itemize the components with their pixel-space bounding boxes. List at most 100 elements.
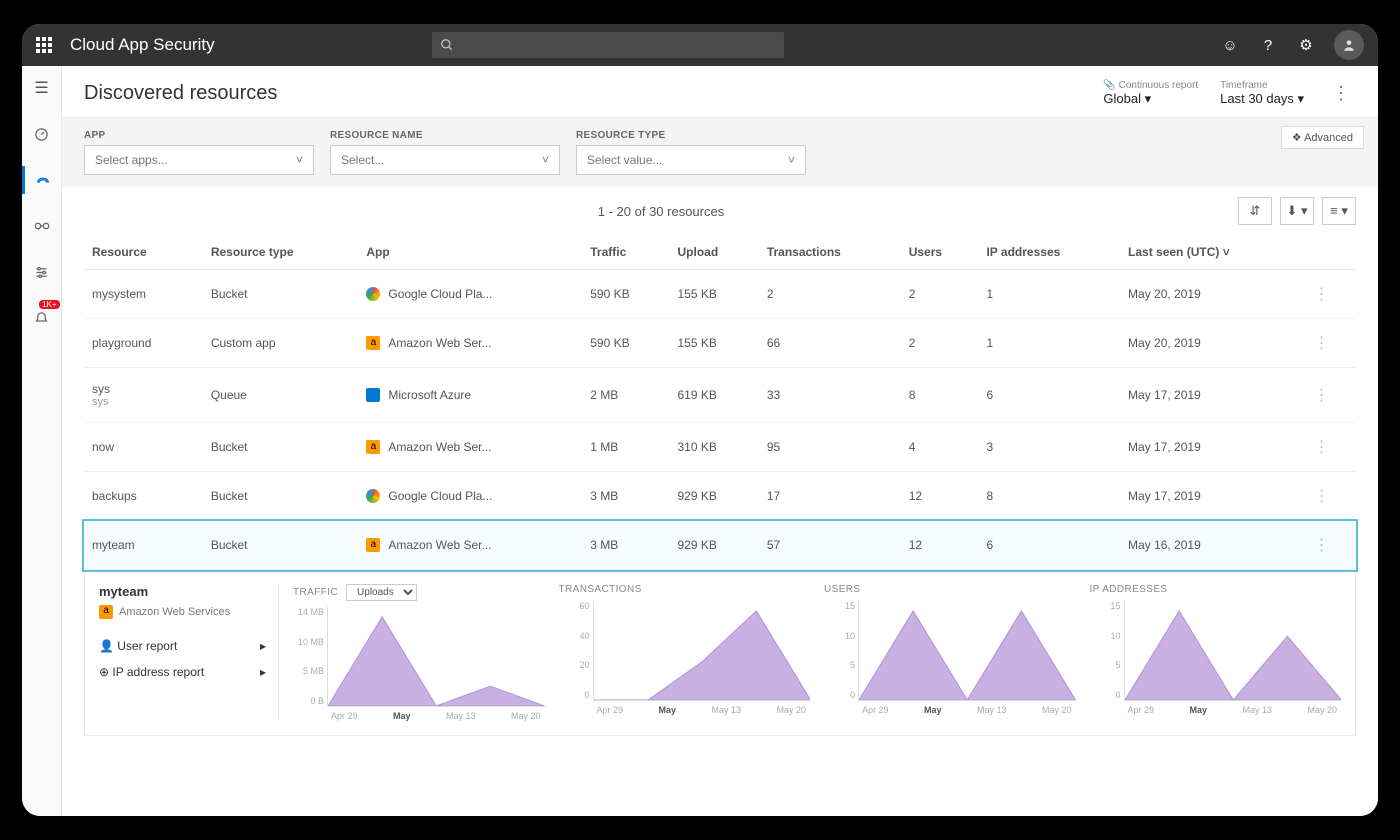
page-menu-icon[interactable]: ⋮ xyxy=(1326,83,1356,104)
cell-transactions: 2 xyxy=(759,270,901,319)
col-transactions[interactable]: Transactions xyxy=(759,235,901,270)
cell-traffic: 2 MB xyxy=(582,368,669,423)
cell-last-seen: May 16, 2019 xyxy=(1120,521,1305,570)
chart-area: 151050 xyxy=(1124,601,1342,701)
user-report-link[interactable]: 👤 User report▸ xyxy=(99,633,266,659)
settings-icon[interactable]: ⚙ xyxy=(1296,35,1316,55)
sidebar-hamburger[interactable]: ☰ xyxy=(22,74,62,102)
pager-text: 1 - 20 of 30 resources xyxy=(84,204,1238,219)
filter-bar: APP Select apps...˅ RESOURCE NAME Select… xyxy=(62,118,1378,187)
app-icon xyxy=(366,388,380,402)
filter-app-label: APP xyxy=(84,130,314,141)
chart-title: USERS xyxy=(824,584,1076,595)
cell-app: Google Cloud Pla... xyxy=(358,472,582,521)
waffle-icon[interactable] xyxy=(36,37,52,53)
cell-resource: now xyxy=(84,423,203,472)
table-row[interactable]: mysystem Bucket Google Cloud Pla... 590 … xyxy=(84,270,1356,319)
cell-users: 8 xyxy=(901,368,979,423)
cell-ips: 6 xyxy=(978,368,1120,423)
cell-upload: 155 KB xyxy=(670,319,759,368)
cell-traffic: 3 MB xyxy=(582,472,669,521)
cell-ips: 8 xyxy=(978,472,1120,521)
continuous-report-dropdown[interactable]: 📎 Continuous report Global ▾ xyxy=(1103,80,1198,107)
app-title: Cloud App Security xyxy=(70,35,215,55)
row-menu-icon[interactable]: ⋮ xyxy=(1314,387,1330,404)
alerts-badge: 1K+ xyxy=(39,300,59,309)
timeframe-dropdown[interactable]: Timeframe Last 30 days ▾ xyxy=(1220,80,1304,107)
chart-area: 14 MB10 MB5 MB0 B xyxy=(327,607,545,707)
row-menu-icon[interactable]: ⋮ xyxy=(1314,286,1330,303)
advanced-filter-button[interactable]: ❖ Advanced xyxy=(1281,126,1364,149)
cell-upload: 310 KB xyxy=(670,423,759,472)
col-last-seen[interactable]: Last seen (UTC) ˅ xyxy=(1120,235,1305,270)
cell-users: 2 xyxy=(901,270,979,319)
table-row[interactable]: syssys Queue Microsoft Azure 2 MB 619 KB… xyxy=(84,368,1356,423)
chart-area: 6040200 xyxy=(593,601,811,701)
table-row[interactable]: backups Bucket Google Cloud Pla... 3 MB … xyxy=(84,472,1356,521)
cell-type: Bucket xyxy=(203,521,359,570)
cell-users: 12 xyxy=(901,472,979,521)
table-row[interactable]: playground Custom app aAmazon Web Ser...… xyxy=(84,319,1356,368)
app-icon: a xyxy=(366,440,380,454)
download-button[interactable]: ⬇ ▾ xyxy=(1280,197,1314,225)
cell-upload: 929 KB xyxy=(670,472,759,521)
cell-type: Bucket xyxy=(203,472,359,521)
sidebar-dashboard[interactable] xyxy=(22,120,62,148)
cell-resource: syssys xyxy=(84,368,203,423)
cell-upload: 929 KB xyxy=(670,521,759,570)
cell-last-seen: May 17, 2019 xyxy=(1120,368,1305,423)
col-users[interactable]: Users xyxy=(901,235,979,270)
cell-users: 12 xyxy=(901,521,979,570)
sidebar-alerts[interactable]: 1K+ xyxy=(22,304,62,332)
col-upload[interactable]: Upload xyxy=(670,235,759,270)
search-input[interactable] xyxy=(432,32,784,58)
table-action-button[interactable]: ⇵ xyxy=(1238,197,1272,225)
page-header: Discovered resources 📎 Continuous report… xyxy=(62,66,1378,118)
chart-card: TRAFFIC Uploads 14 MB10 MB5 MB0 B Apr 29… xyxy=(293,584,545,721)
cell-resource: playground xyxy=(84,319,203,368)
chart-card: IP ADDRESSES 151050 Apr 29MayMay 13May 2… xyxy=(1090,584,1342,721)
chart-title: TRANSACTIONS xyxy=(559,584,811,595)
table-row[interactable]: now Bucket aAmazon Web Ser... 1 MB 310 K… xyxy=(84,423,1356,472)
chart-card: TRANSACTIONS 6040200 Apr 29MayMay 13May … xyxy=(559,584,811,721)
cell-traffic: 3 MB xyxy=(582,521,669,570)
chart-title: TRAFFIC Uploads xyxy=(293,584,545,601)
table-row[interactable]: myteam Bucket aAmazon Web Ser... 3 MB 92… xyxy=(84,521,1356,570)
row-menu-icon[interactable]: ⋮ xyxy=(1314,439,1330,456)
avatar[interactable] xyxy=(1334,30,1364,60)
col-ips[interactable]: IP addresses xyxy=(978,235,1120,270)
row-menu-icon[interactable]: ⋮ xyxy=(1314,537,1330,554)
sidebar-discover[interactable] xyxy=(22,166,62,194)
ip-report-link[interactable]: ⊕ IP address report▸ xyxy=(99,659,266,685)
col-app[interactable]: App xyxy=(358,235,582,270)
cell-traffic: 1 MB xyxy=(582,423,669,472)
table-toolbar: 1 - 20 of 30 resources ⇵ ⬇ ▾ ≡ ▾ xyxy=(62,187,1378,235)
chart-title: IP ADDRESSES xyxy=(1090,584,1342,595)
filter-resource-type-dropdown[interactable]: Select value...˅ xyxy=(576,145,806,175)
cell-users: 4 xyxy=(901,423,979,472)
page-title: Discovered resources xyxy=(84,82,277,105)
sidebar-investigate[interactable] xyxy=(22,212,62,240)
cell-resource: mysystem xyxy=(84,270,203,319)
detail-panel: myteam aAmazon Web Services 👤 User repor… xyxy=(84,570,1356,736)
filter-app-dropdown[interactable]: Select apps...˅ xyxy=(84,145,314,175)
cell-upload: 619 KB xyxy=(670,368,759,423)
cell-transactions: 95 xyxy=(759,423,901,472)
traffic-mode-dropdown[interactable]: Uploads xyxy=(346,584,417,601)
sidebar-control[interactable] xyxy=(22,258,62,286)
view-toggle-button[interactable]: ≡ ▾ xyxy=(1322,197,1356,225)
col-resource-type[interactable]: Resource type xyxy=(203,235,359,270)
cell-resource: myteam xyxy=(84,521,203,570)
help-icon[interactable]: ? xyxy=(1258,35,1278,55)
cell-type: Custom app xyxy=(203,319,359,368)
row-menu-icon[interactable]: ⋮ xyxy=(1314,488,1330,505)
row-menu-icon[interactable]: ⋮ xyxy=(1314,335,1330,352)
top-bar: Cloud App Security ☺ ? ⚙ xyxy=(22,24,1378,66)
col-traffic[interactable]: Traffic xyxy=(582,235,669,270)
cell-traffic: 590 KB xyxy=(582,319,669,368)
cell-type: Bucket xyxy=(203,423,359,472)
detail-title: myteam xyxy=(99,584,266,599)
feedback-icon[interactable]: ☺ xyxy=(1220,35,1240,55)
filter-resource-name-dropdown[interactable]: Select...˅ xyxy=(330,145,560,175)
col-resource[interactable]: Resource xyxy=(84,235,203,270)
